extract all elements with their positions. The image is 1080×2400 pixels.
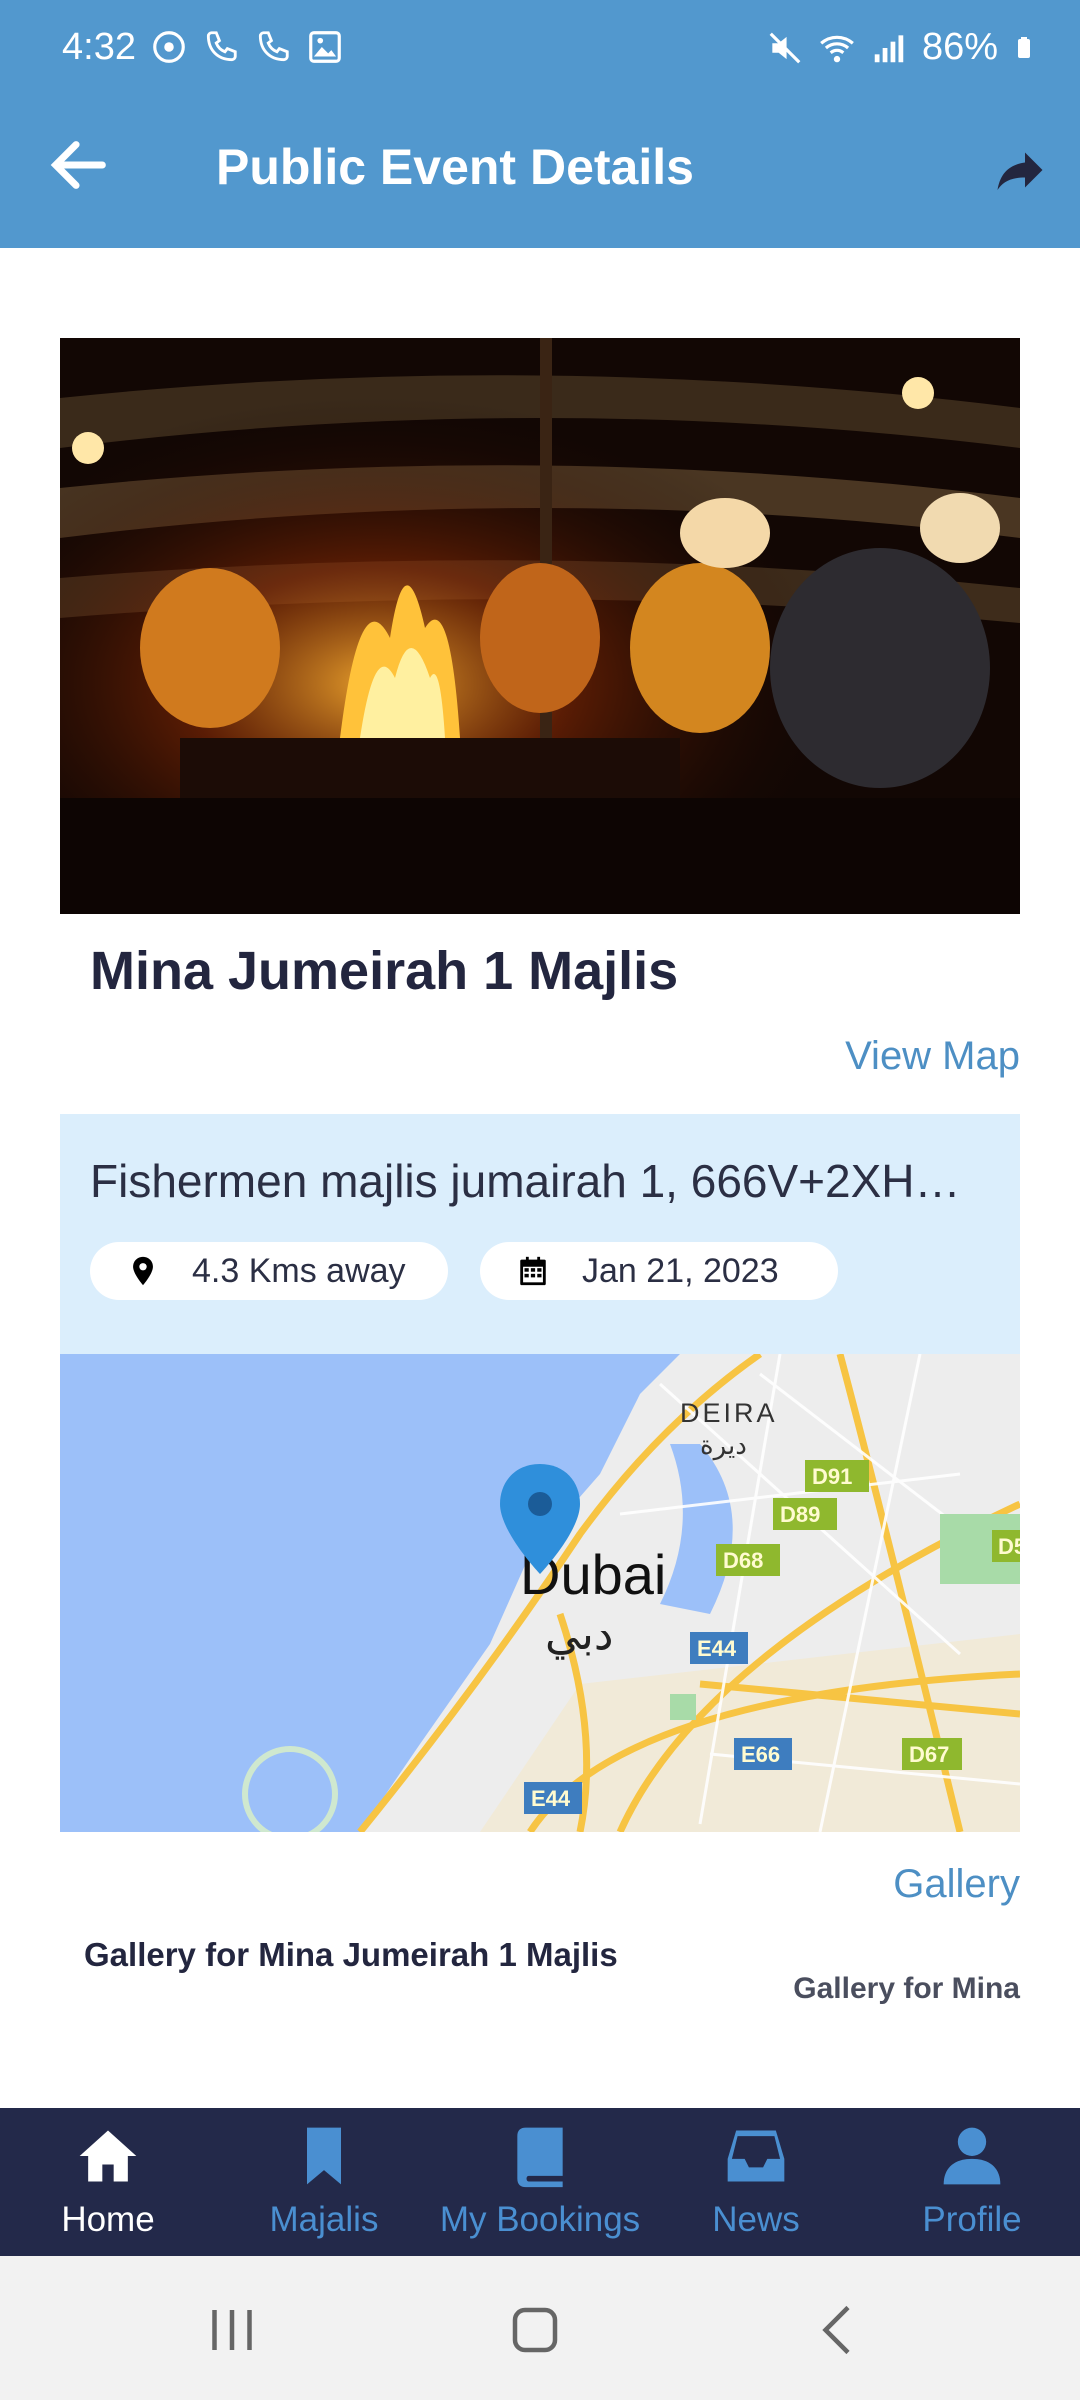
battery-icon (1018, 36, 1030, 58)
status-time: 4:32 (62, 26, 136, 68)
person-icon (943, 2127, 1001, 2185)
road-label: D68 (723, 1548, 763, 1573)
map-canvas[interactable]: DEIRA ديرة Dubai دبي D91 D89 D68 E44 E66… (60, 1354, 1020, 1832)
share-icon[interactable] (990, 140, 1050, 200)
home-button-icon[interactable] (505, 2300, 565, 2360)
nav-label: Profile (922, 2200, 1022, 2239)
nav-item-profile[interactable]: Profile (864, 2108, 1080, 2256)
calendar-icon (520, 1256, 546, 1286)
recent-apps-icon[interactable] (202, 2300, 262, 2360)
gallery-caption: Gallery for Mina Jumeirah 1 Majlis (84, 1936, 618, 1973)
system-navigation-bar (0, 2256, 1080, 2400)
status-bar: 4:32 86% (0, 0, 1080, 100)
nav-label: Majalis (269, 2200, 379, 2239)
event-map[interactable]: DEIRA ديرة Dubai دبي D91 D89 D68 E44 E66… (60, 1354, 1020, 1832)
signal-icon (874, 34, 904, 62)
nav-item-news[interactable]: News (648, 2108, 864, 2256)
bottom-navigation: Home Majalis My Bookings News Profile (0, 2108, 1080, 2256)
page-title: Public Event Details (216, 139, 694, 195)
phone-icon (258, 31, 289, 62)
event-address: Fishermen majlis jumairah 1, 666V+2XH… (90, 1155, 961, 1207)
nav-item-majalis[interactable]: Majalis (216, 2108, 432, 2256)
venue-title: Mina Jumeirah 1 Majlis (90, 941, 679, 1001)
road-label: D67 (909, 1742, 949, 1767)
app-bar: Public Event Details (0, 100, 1080, 248)
distance-badge: 4.3 Kms away (90, 1242, 448, 1300)
status-notification-icons (150, 28, 344, 66)
view-map-link[interactable]: View Map (845, 1034, 1020, 1079)
event-info-panel: Fishermen majlis jumairah 1, 666V+2XH… 4… (60, 1114, 1020, 1354)
location-pin-icon (133, 1256, 153, 1286)
arrow-left-icon[interactable] (44, 130, 114, 200)
date-text: Jan 21, 2023 (582, 1251, 779, 1290)
campfire-photo (60, 338, 1020, 914)
road-label: E66 (741, 1742, 780, 1767)
book-icon (517, 2127, 563, 2188)
phone-icon (206, 31, 237, 62)
nav-item-my-bookings[interactable]: My Bookings (432, 2108, 648, 2256)
road-label: E44 (697, 1636, 737, 1661)
nav-label: Home (61, 2200, 155, 2239)
inbox-icon (727, 2130, 785, 2182)
back-button-icon[interactable] (808, 2300, 868, 2360)
road-label: E44 (531, 1786, 571, 1811)
gallery-link[interactable]: Gallery (893, 1862, 1020, 1907)
battery-percent: 86% (921, 26, 998, 68)
map-label-deira-ar: ديرة (700, 1431, 747, 1461)
sync-icon (153, 31, 185, 63)
event-hero-image (60, 338, 1020, 914)
wifi-icon (820, 35, 854, 62)
gallery-caption-secondary: Gallery for Mina (793, 1972, 1020, 2005)
status-system-icons: 86% (766, 26, 1036, 69)
image-icon (309, 31, 341, 63)
road-label: D91 (812, 1464, 852, 1489)
map-label-city-ar: دبي (545, 1609, 614, 1660)
date-badge: Jan 21, 2023 (480, 1242, 838, 1300)
nav-item-home[interactable]: Home (0, 2108, 216, 2256)
road-label: D5 (998, 1534, 1020, 1559)
nav-label: News (712, 2200, 800, 2239)
road-label: D89 (780, 1502, 820, 1527)
nav-label: My Bookings (439, 2200, 641, 2239)
map-label-deira: DEIRA (680, 1398, 778, 1428)
bookmark-icon (307, 2127, 341, 2185)
distance-text: 4.3 Kms away (192, 1251, 406, 1290)
home-icon (79, 2130, 137, 2182)
mute-icon (769, 32, 801, 63)
